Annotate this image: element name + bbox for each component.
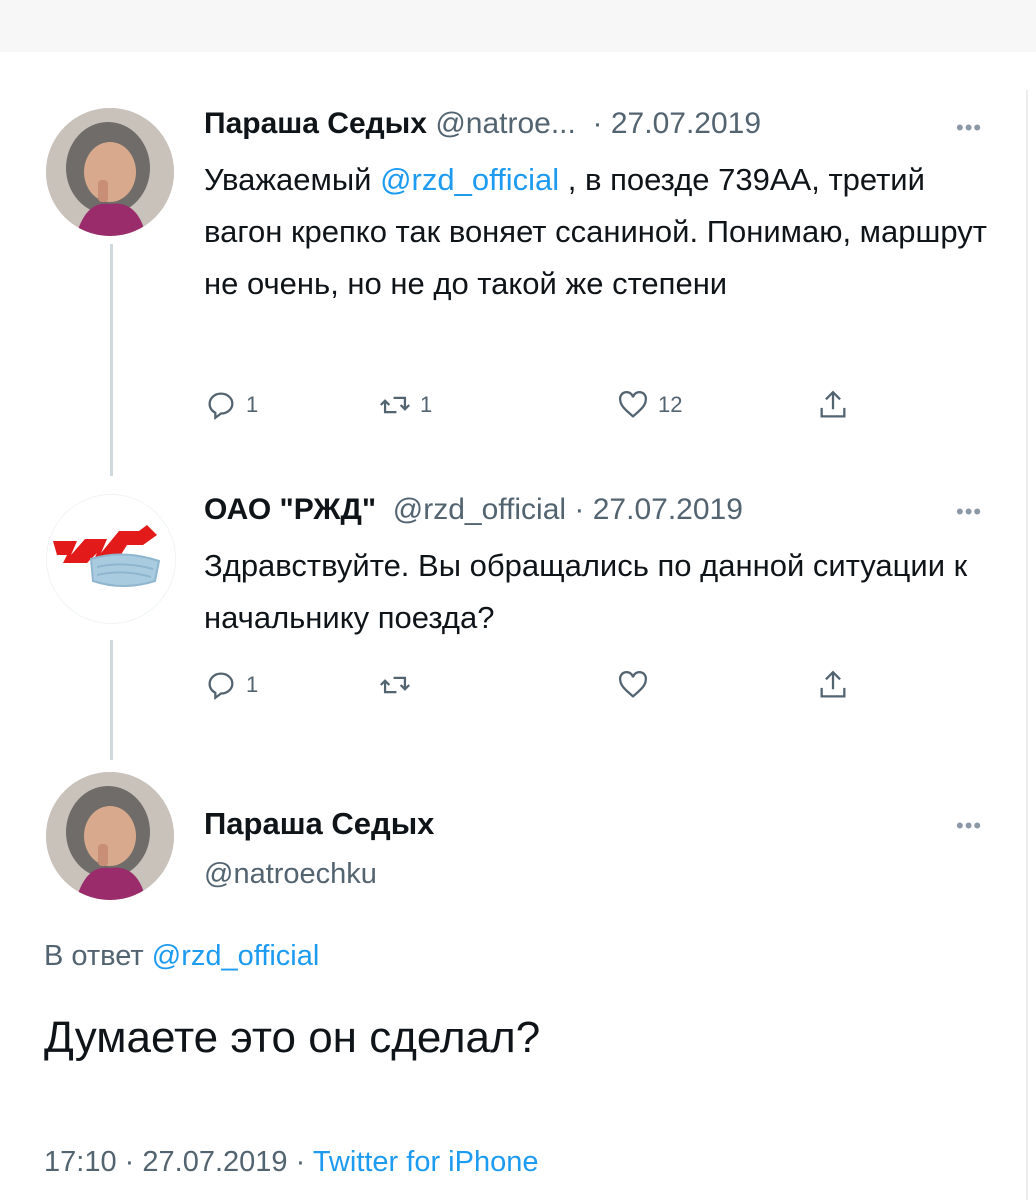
reply-count: 1 (246, 672, 259, 697)
retweet-button[interactable] (378, 668, 412, 702)
client-link[interactable]: Twitter for iPhone (313, 1146, 539, 1178)
reply-icon (208, 672, 234, 701)
avatar-photo (46, 772, 174, 900)
avatar-natroechku-2[interactable] (46, 772, 174, 900)
reply-to-line: В ответ @rzd_official (44, 936, 319, 976)
retweet-count: 1 (420, 392, 433, 417)
more-horizontal-icon[interactable]: ••• (956, 815, 982, 837)
share-button[interactable] (816, 668, 850, 702)
tweet-text: Уважаемый @rzd_official , в поезде 739АА… (204, 154, 994, 310)
like-button[interactable] (616, 668, 650, 702)
rzd-logo-icon (47, 495, 175, 623)
separator: · (592, 107, 603, 140)
more-horizontal-icon[interactable]: ••• (956, 117, 982, 139)
reply-to-mention[interactable]: @rzd_official (152, 940, 320, 972)
more-horizontal-icon[interactable]: ••• (956, 501, 982, 523)
reply-count: 1 (246, 392, 259, 417)
retweet-icon (380, 676, 410, 694)
author-handle[interactable]: @natroe... (435, 107, 576, 140)
heart-icon (618, 390, 648, 418)
like-count: 12 (658, 392, 683, 417)
tweet-text: Здравствуйте. Вы обращались по данной си… (204, 548, 968, 635)
tweet-date[interactable]: 27.07.2019 (611, 107, 761, 140)
separator: · (124, 1146, 135, 1178)
retweet-icon (380, 396, 410, 414)
avatar-natroechku-1[interactable] (46, 108, 174, 236)
reply-button[interactable]: 1 (204, 388, 258, 422)
avatar-photo (46, 108, 174, 236)
tweet-date[interactable]: 27.07.2019 (142, 1146, 287, 1178)
author-name[interactable]: ОАО "РЖД" (204, 493, 376, 526)
main-tweet-text: Думаете это он сделал? (44, 1013, 541, 1062)
tweet-header: Параша Седых @natroe... · 27.07.2019 (204, 106, 761, 142)
like-button[interactable]: 12 (616, 388, 682, 422)
mention-link[interactable]: @rzd_official (380, 162, 559, 197)
tweet-time[interactable]: 17:10 (44, 1146, 117, 1178)
retweet-button[interactable]: 1 (378, 388, 432, 422)
author-handle[interactable]: @rzd_official (393, 493, 566, 526)
thread-line (110, 244, 113, 476)
author-handle[interactable]: @natroechku (204, 856, 377, 892)
share-icon (820, 670, 846, 698)
author-name[interactable]: Параша Седых (204, 107, 427, 140)
scrollbar-track (1026, 90, 1028, 1200)
tweet-text-part: Уважаемый (204, 162, 381, 197)
avatar-rzd[interactable] (46, 494, 176, 624)
thread-line (110, 640, 113, 760)
share-icon (820, 390, 846, 418)
reply-icon (208, 392, 234, 421)
top-bar (0, 0, 1036, 52)
tweet-actions: 1 1 12 (204, 388, 884, 428)
tweet-meta: 17:10 · 27.07.2019 · Twitter for iPhone (44, 1142, 538, 1182)
reply-to-label: В ответ (44, 940, 144, 972)
heart-icon (618, 670, 648, 698)
separator: · (574, 493, 585, 526)
tweet-actions: 1 (204, 668, 884, 708)
reply-button[interactable]: 1 (204, 668, 258, 702)
tweet-header: ОАО "РЖД" @rzd_official · 27.07.2019 (204, 492, 743, 528)
separator: · (295, 1146, 306, 1178)
author-name[interactable]: Параша Седых (204, 804, 434, 844)
tweet-date[interactable]: 27.07.2019 (593, 493, 743, 526)
share-button[interactable] (816, 388, 850, 422)
